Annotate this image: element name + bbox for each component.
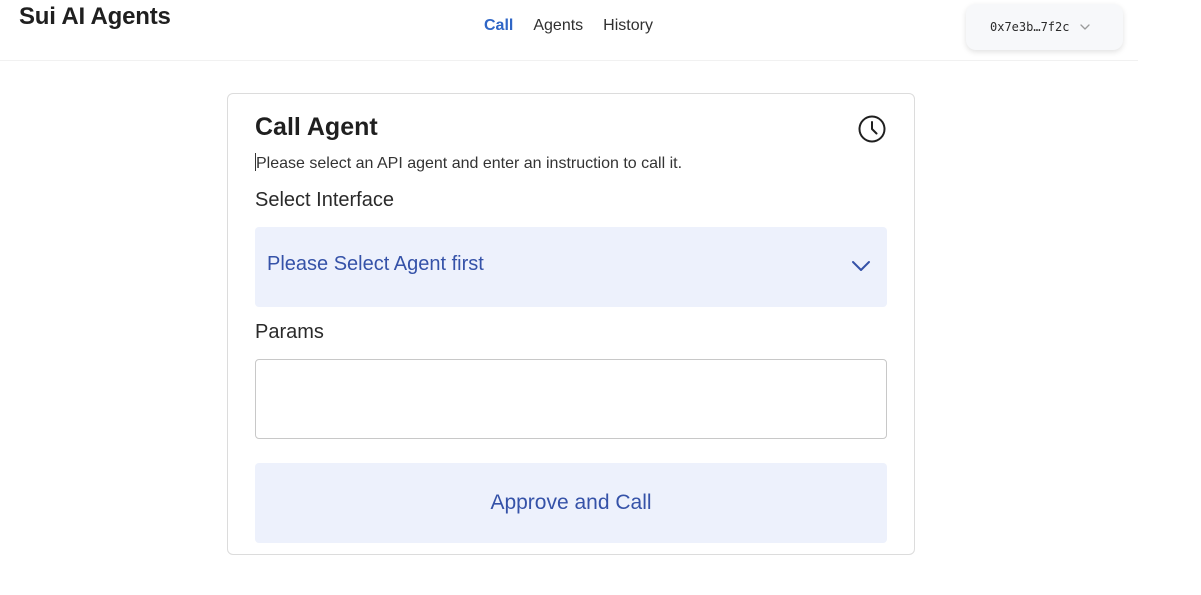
clock-icon[interactable]: [857, 114, 887, 144]
call-agent-card: Call Agent Please select an API agent an…: [227, 93, 915, 555]
card-description: Please select an API agent and enter an …: [255, 153, 682, 173]
approve-and-call-button[interactable]: Approve and Call: [255, 463, 887, 543]
app-header: Sui AI Agents Call Agents History 0x7e3b…: [0, 0, 1138, 61]
interface-select[interactable]: Please Select Agent first: [255, 227, 887, 307]
card-description-text: Please select an API agent and enter an …: [256, 155, 683, 172]
app-title: Sui AI Agents: [19, 3, 171, 30]
interface-select-value: Please Select Agent first: [267, 253, 484, 275]
nav-link-history[interactable]: History: [603, 17, 653, 35]
main-nav: Call Agents History: [484, 17, 653, 35]
chevron-down-icon: [851, 259, 871, 273]
card-title: Call Agent: [255, 113, 378, 141]
select-interface-label: Select Interface: [255, 189, 394, 211]
params-label: Params: [255, 321, 324, 343]
wallet-account-button[interactable]: 0x7e3b…7f2c: [966, 4, 1123, 50]
params-input[interactable]: [255, 359, 887, 439]
wallet-address: 0x7e3b…7f2c: [990, 20, 1070, 34]
nav-link-agents[interactable]: Agents: [533, 17, 583, 35]
chevron-down-icon: [1079, 21, 1091, 33]
nav-link-call[interactable]: Call: [484, 17, 513, 35]
